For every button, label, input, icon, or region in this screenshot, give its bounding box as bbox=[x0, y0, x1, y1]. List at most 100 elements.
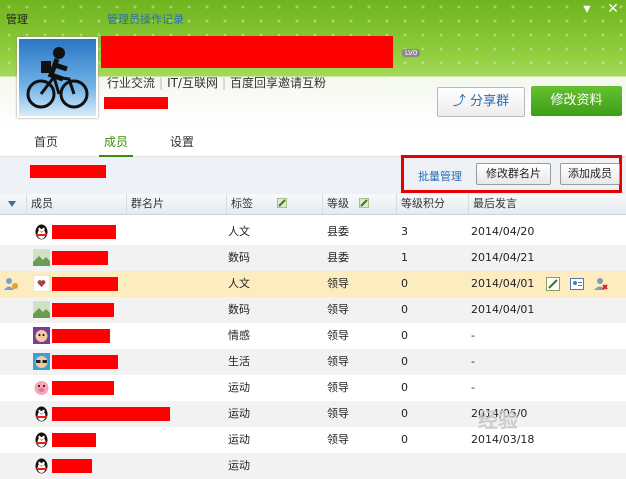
column-card[interactable]: 群名片 bbox=[126, 194, 226, 214]
column-points[interactable]: 等级积分 bbox=[396, 194, 468, 214]
table-row[interactable]: 运动 bbox=[0, 453, 626, 479]
group-tags: 行业交流 | IT/互联网 | 百度回享邀请互粉 bbox=[107, 76, 327, 90]
tab-home[interactable]: 首页 bbox=[22, 128, 70, 156]
member-avatar bbox=[33, 431, 50, 448]
edit-card-icon[interactable] bbox=[546, 277, 560, 291]
member-avatar bbox=[33, 353, 50, 370]
member-avatar bbox=[33, 301, 50, 318]
member-name-redacted bbox=[52, 303, 114, 317]
tab-members[interactable]: 成员 bbox=[88, 128, 144, 157]
member-level: 县委 bbox=[327, 251, 349, 264]
column-level[interactable]: 等级 bbox=[322, 194, 396, 214]
member-table-header: 成员 群名片 标签 等级 等级积分 最后发言 bbox=[0, 194, 626, 215]
member-name-redacted bbox=[52, 433, 96, 447]
profile-card-icon[interactable] bbox=[570, 277, 584, 291]
table-row[interactable]: 数码 县委 1 2014/04/21 bbox=[0, 245, 626, 271]
batch-manage-link[interactable]: 批量管理 bbox=[418, 168, 462, 184]
tag-2: IT/互联网 bbox=[167, 76, 218, 90]
member-last-message: 2014/04/01 bbox=[471, 277, 535, 290]
table-row[interactable]: 情感 领导 0 - bbox=[0, 323, 626, 349]
member-last-message: 2014/04/01 bbox=[471, 303, 535, 316]
table-row[interactable]: 生活 领导 0 - bbox=[0, 349, 626, 375]
member-tag: 运动 bbox=[228, 459, 250, 472]
member-avatar bbox=[33, 379, 50, 396]
member-tag: 情感 bbox=[228, 329, 250, 342]
rename-card-button[interactable]: 修改群名片 bbox=[476, 163, 551, 185]
member-points: 0 bbox=[401, 355, 408, 368]
admin-names-redacted bbox=[30, 165, 106, 178]
member-level: 领导 bbox=[327, 433, 349, 446]
column-level-label: 等级 bbox=[327, 197, 349, 210]
table-row[interactable]: 运动 领导 0 2014/05/0 bbox=[0, 401, 626, 427]
member-last-message: - bbox=[471, 355, 475, 368]
admin-prefix: 管理 bbox=[6, 13, 28, 26]
admin-log-link[interactable]: 管理员操作记录 bbox=[107, 11, 184, 27]
member-name-redacted bbox=[52, 407, 170, 421]
member-avatar bbox=[33, 327, 50, 344]
member-avatar bbox=[33, 249, 50, 266]
member-name-redacted bbox=[52, 381, 114, 395]
member-points: 0 bbox=[401, 277, 408, 290]
member-tag: 运动 bbox=[228, 381, 250, 394]
edit-pencil-icon[interactable] bbox=[276, 198, 287, 208]
member-last-message: 2014/04/21 bbox=[471, 251, 535, 264]
share-button-label: 分享群 bbox=[470, 94, 510, 109]
cyclist-icon bbox=[26, 47, 89, 109]
member-points: 0 bbox=[401, 303, 408, 316]
column-tag-label: 标签 bbox=[231, 197, 253, 210]
menu-icon[interactable]: ▾ bbox=[578, 0, 596, 18]
member-tag: 人文 bbox=[228, 277, 250, 290]
member-avatar bbox=[33, 405, 50, 422]
edit-pencil-icon[interactable] bbox=[358, 198, 369, 208]
table-row[interactable]: 数码 领导 0 2014/04/01 bbox=[0, 297, 626, 323]
column-last-message[interactable]: 最后发言 bbox=[468, 194, 626, 214]
group-avatar[interactable] bbox=[17, 37, 98, 118]
member-level: 领导 bbox=[327, 407, 349, 420]
table-row[interactable]: 运动 领导 0 2014/03/18 bbox=[0, 427, 626, 453]
column-tag[interactable]: 标签 bbox=[226, 194, 322, 214]
member-avatar bbox=[33, 223, 50, 240]
member-tag: 数码 bbox=[228, 303, 250, 316]
group-name-redacted bbox=[101, 36, 393, 68]
member-tag: 运动 bbox=[228, 407, 250, 420]
edit-profile-button[interactable]: 修改资料 bbox=[531, 86, 622, 116]
member-avatar bbox=[32, 274, 51, 293]
table-row[interactable]: 运动 领导 0 - bbox=[0, 375, 626, 401]
table-row[interactable]: 人文 县委 3 2014/04/20 bbox=[0, 219, 626, 245]
member-name-redacted bbox=[52, 459, 92, 473]
close-icon[interactable]: ✕ bbox=[604, 0, 622, 18]
member-info-icon[interactable] bbox=[4, 277, 18, 291]
member-tag: 运动 bbox=[228, 433, 250, 446]
tag-3: 百度回享邀请互粉 bbox=[230, 76, 327, 90]
member-name-redacted bbox=[52, 251, 108, 265]
add-member-button[interactable]: 添加成员 bbox=[560, 163, 620, 185]
member-level: 领导 bbox=[327, 355, 349, 368]
member-level: 领导 bbox=[327, 329, 349, 342]
member-level: 领导 bbox=[327, 381, 349, 394]
member-name-redacted bbox=[52, 225, 116, 239]
share-group-button[interactable]: ⤴ 分享群 bbox=[437, 87, 525, 117]
remove-member-icon[interactable] bbox=[594, 277, 608, 291]
member-points: 0 bbox=[401, 407, 408, 420]
member-last-message: - bbox=[471, 329, 475, 342]
level-badge: LV0 bbox=[402, 49, 421, 57]
member-avatar bbox=[33, 457, 50, 474]
share-icon: ⤴ bbox=[452, 94, 466, 109]
member-level: 领导 bbox=[327, 303, 349, 316]
member-points: 0 bbox=[401, 381, 408, 394]
sort-arrow-icon[interactable] bbox=[0, 194, 26, 214]
member-last-message: - bbox=[471, 381, 475, 394]
tab-settings[interactable]: 设置 bbox=[158, 128, 206, 156]
member-tag: 数码 bbox=[228, 251, 250, 264]
member-tag: 生活 bbox=[228, 355, 250, 368]
member-name-redacted bbox=[52, 355, 118, 369]
member-points: 1 bbox=[401, 251, 408, 264]
tag-1: 行业交流 bbox=[107, 76, 156, 90]
column-member[interactable]: 成员 bbox=[26, 194, 126, 214]
member-level: 领导 bbox=[327, 277, 349, 290]
member-points: 0 bbox=[401, 433, 408, 446]
group-id-redacted bbox=[104, 97, 168, 109]
table-row[interactable]: 人文 领导 0 2014/04/01 bbox=[0, 271, 626, 297]
member-name-redacted bbox=[52, 329, 110, 343]
member-points: 0 bbox=[401, 329, 408, 342]
